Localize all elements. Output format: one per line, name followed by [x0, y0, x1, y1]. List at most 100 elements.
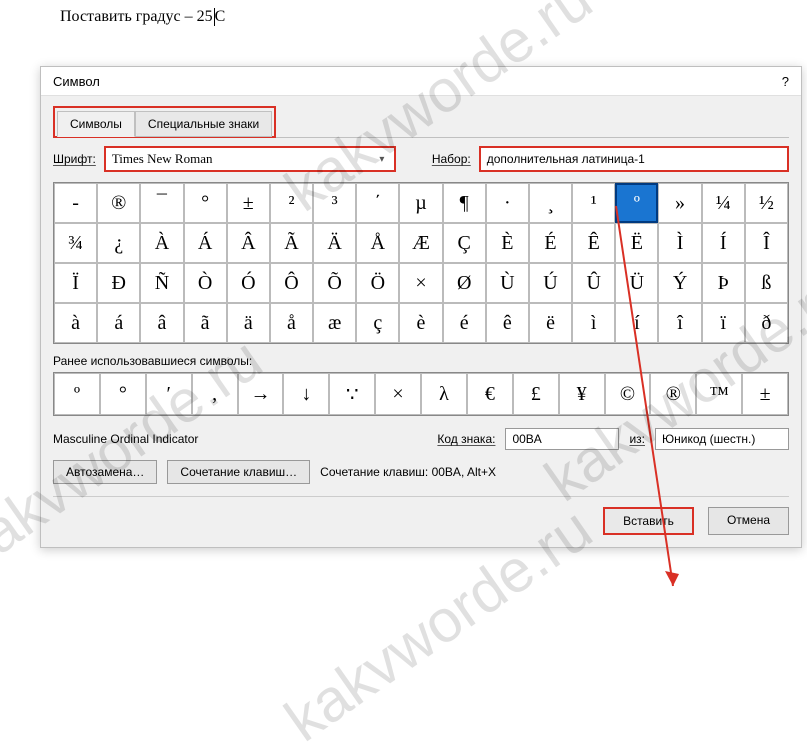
char-cell[interactable]: ß: [745, 263, 788, 303]
char-cell[interactable]: Ý: [658, 263, 701, 303]
char-cell[interactable]: ¾: [54, 223, 97, 263]
char-cell[interactable]: Û: [572, 263, 615, 303]
help-button[interactable]: ?: [782, 74, 789, 89]
shortcut-key-button[interactable]: Сочетание клавиш…: [167, 460, 310, 484]
recent-char-cell[interactable]: £: [513, 373, 559, 415]
char-cell[interactable]: É: [529, 223, 572, 263]
char-cell[interactable]: -: [54, 183, 97, 223]
char-cell[interactable]: Ä: [313, 223, 356, 263]
recent-char-cell[interactable]: ®: [650, 373, 696, 415]
char-cell[interactable]: Ê: [572, 223, 615, 263]
char-cell[interactable]: è: [399, 303, 442, 343]
char-cell[interactable]: Ã: [270, 223, 313, 263]
char-cell[interactable]: Ô: [270, 263, 313, 303]
char-cell[interactable]: Ë: [615, 223, 658, 263]
set-value: дополнительная латиница-1: [487, 152, 645, 166]
char-cell[interactable]: ¯: [140, 183, 183, 223]
char-cell[interactable]: ¶: [443, 183, 486, 223]
autocorrect-label: Автозамена…: [66, 465, 144, 479]
char-cell[interactable]: Â: [227, 223, 270, 263]
char-cell[interactable]: Ì: [658, 223, 701, 263]
char-cell[interactable]: ð: [745, 303, 788, 343]
char-cell[interactable]: Þ: [702, 263, 745, 303]
recent-char-cell[interactable]: ¥: [559, 373, 605, 415]
char-cell[interactable]: ®: [97, 183, 140, 223]
char-cell[interactable]: Å: [356, 223, 399, 263]
char-cell[interactable]: º: [615, 183, 658, 223]
char-cell[interactable]: å: [270, 303, 313, 343]
char-code-input[interactable]: 00BA: [505, 428, 619, 450]
char-cell[interactable]: ¼: [702, 183, 745, 223]
char-cell[interactable]: Ù: [486, 263, 529, 303]
char-cell[interactable]: Î: [745, 223, 788, 263]
char-cell[interactable]: Ï: [54, 263, 97, 303]
char-cell[interactable]: ã: [184, 303, 227, 343]
char-cell[interactable]: â: [140, 303, 183, 343]
char-cell[interactable]: é: [443, 303, 486, 343]
char-cell[interactable]: Á: [184, 223, 227, 263]
recent-char-cell[interactable]: ×: [375, 373, 421, 415]
char-cell[interactable]: Ò: [184, 263, 227, 303]
char-cell[interactable]: í: [615, 303, 658, 343]
char-cell[interactable]: Ð: [97, 263, 140, 303]
recent-char-cell[interactable]: º: [54, 373, 100, 415]
char-cell[interactable]: ¹: [572, 183, 615, 223]
recent-char-cell[interactable]: ′: [146, 373, 192, 415]
char-cell[interactable]: ë: [529, 303, 572, 343]
char-cell[interactable]: æ: [313, 303, 356, 343]
char-cell[interactable]: ²: [270, 183, 313, 223]
insert-button[interactable]: Вставить: [603, 507, 694, 535]
recent-char-cell[interactable]: ±: [742, 373, 788, 415]
char-cell[interactable]: à: [54, 303, 97, 343]
autocorrect-button[interactable]: Автозамена…: [53, 460, 157, 484]
char-cell[interactable]: Ç: [443, 223, 486, 263]
subset-select[interactable]: дополнительная латиница-1: [479, 146, 789, 172]
char-cell[interactable]: Æ: [399, 223, 442, 263]
char-cell[interactable]: Õ: [313, 263, 356, 303]
tab-special-chars[interactable]: Специальные знаки: [135, 111, 272, 137]
char-cell[interactable]: Ñ: [140, 263, 183, 303]
char-cell[interactable]: ×: [399, 263, 442, 303]
recent-char-cell[interactable]: °: [100, 373, 146, 415]
char-cell[interactable]: ì: [572, 303, 615, 343]
tab-symbols-label: Символы: [70, 117, 122, 131]
char-cell[interactable]: Í: [702, 223, 745, 263]
char-cell[interactable]: ±: [227, 183, 270, 223]
recent-char-cell[interactable]: ™: [696, 373, 742, 415]
recent-char-cell[interactable]: λ: [421, 373, 467, 415]
char-cell[interactable]: À: [140, 223, 183, 263]
char-cell[interactable]: Ö: [356, 263, 399, 303]
char-cell[interactable]: ¿: [97, 223, 140, 263]
recent-char-cell[interactable]: €: [467, 373, 513, 415]
char-cell[interactable]: ΄: [356, 183, 399, 223]
char-cell[interactable]: È: [486, 223, 529, 263]
cancel-button[interactable]: Отмена: [708, 507, 789, 535]
char-cell[interactable]: ³: [313, 183, 356, 223]
cancel-label: Отмена: [727, 513, 770, 527]
recent-char-cell[interactable]: ↓: [283, 373, 329, 415]
char-cell[interactable]: °: [184, 183, 227, 223]
char-cell[interactable]: µ: [399, 183, 442, 223]
char-cell[interactable]: á: [97, 303, 140, 343]
char-cell[interactable]: »: [658, 183, 701, 223]
from-select[interactable]: Юникод (шестн.): [655, 428, 789, 450]
tab-symbols[interactable]: Символы: [57, 111, 135, 137]
recent-char-cell[interactable]: →: [238, 373, 284, 415]
char-cell[interactable]: ï: [702, 303, 745, 343]
dialog-title: Символ: [53, 74, 100, 89]
char-cell[interactable]: î: [658, 303, 701, 343]
recent-char-cell[interactable]: ∵: [329, 373, 375, 415]
char-cell[interactable]: ê: [486, 303, 529, 343]
char-cell[interactable]: ·: [486, 183, 529, 223]
char-cell[interactable]: ¸: [529, 183, 572, 223]
char-cell[interactable]: ½: [745, 183, 788, 223]
char-cell[interactable]: Ø: [443, 263, 486, 303]
font-select[interactable]: Times New Roman ▾: [104, 146, 396, 172]
char-cell[interactable]: ç: [356, 303, 399, 343]
recent-char-cell[interactable]: ,: [192, 373, 238, 415]
char-cell[interactable]: ä: [227, 303, 270, 343]
char-cell[interactable]: Ú: [529, 263, 572, 303]
char-cell[interactable]: Ü: [615, 263, 658, 303]
recent-char-cell[interactable]: ©: [605, 373, 651, 415]
char-cell[interactable]: Ó: [227, 263, 270, 303]
